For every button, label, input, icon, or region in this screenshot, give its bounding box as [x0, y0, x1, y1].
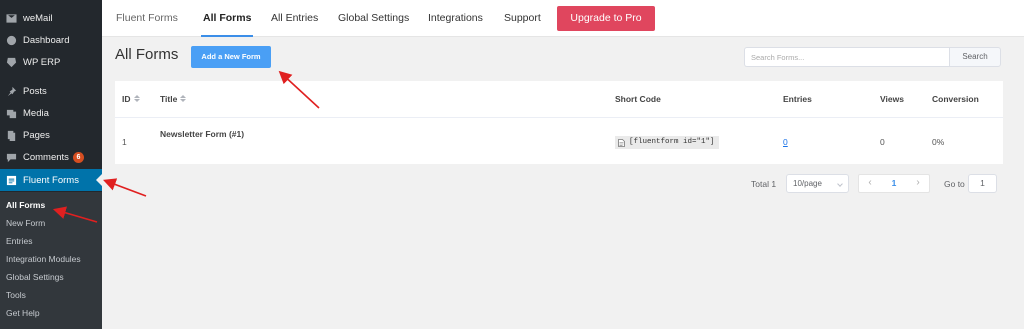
admin-sidebar: weMail Dashboard WP ERP Posts Media Page…	[0, 0, 102, 329]
sort-icon[interactable]	[180, 95, 187, 103]
submenu-integration-modules[interactable]: Integration Modules	[6, 254, 81, 264]
sidebar-item-media[interactable]: Media	[0, 102, 102, 124]
column-header-entries: Entries	[783, 94, 812, 104]
sidebar-item-wp-erp[interactable]: WP ERP	[0, 51, 102, 73]
search-button[interactable]: Search	[949, 47, 1001, 67]
column-header-title[interactable]: Title	[160, 81, 187, 118]
sidebar-item-dashboard[interactable]: Dashboard	[0, 29, 102, 51]
cell-views: 0	[880, 137, 885, 147]
sidebar-item-label: Media	[23, 107, 49, 119]
submenu-tools[interactable]: Tools	[6, 290, 26, 300]
search-input[interactable]	[744, 47, 950, 67]
submenu-entries[interactable]: Entries	[6, 236, 32, 246]
submenu-all-forms[interactable]: All Forms	[6, 200, 45, 210]
tab-integrations[interactable]: Integrations	[428, 0, 483, 37]
sidebar-item-label: Dashboard	[23, 34, 70, 46]
sidebar-item-label: Fluent Forms	[23, 174, 79, 186]
sidebar-item-fluent-forms[interactable]: Fluent Forms	[0, 169, 102, 191]
sidebar-item-label: weMail	[23, 12, 53, 24]
submenu-new-form[interactable]: New Form	[6, 218, 45, 228]
arrow-to-fluent-forms	[103, 178, 147, 197]
comment-count-badge: 6	[72, 151, 84, 163]
submenu-get-help[interactable]: Get Help	[6, 308, 40, 318]
add-new-form-button[interactable]: Add a New Form	[191, 46, 271, 68]
sidebar-item-pages[interactable]: Pages	[0, 124, 102, 146]
tab-all-forms[interactable]: All Forms	[200, 0, 254, 37]
pin-icon	[5, 85, 17, 97]
pagination-total: Total 1	[751, 179, 777, 189]
pages-icon	[5, 129, 17, 141]
media-icon	[5, 107, 17, 119]
tab-global-settings[interactable]: Global Settings	[338, 0, 409, 37]
document-icon	[618, 138, 625, 147]
tab-all-entries[interactable]: All Entries	[271, 0, 318, 37]
sidebar-item-label: Posts	[23, 85, 47, 97]
sidebar-item-posts[interactable]: Posts	[0, 80, 102, 102]
cell-id: 1	[122, 137, 127, 147]
prev-page-icon[interactable]: ‹	[861, 175, 879, 192]
column-header-conversion: Conversion	[932, 94, 979, 104]
nav-brand[interactable]: Fluent Forms	[116, 0, 178, 37]
column-header-id[interactable]: ID	[122, 81, 140, 118]
dashboard-icon	[5, 34, 17, 46]
comment-icon	[5, 151, 17, 163]
sidebar-item-wemail[interactable]: weMail	[0, 7, 102, 29]
tab-support[interactable]: Support	[504, 0, 541, 37]
cell-entries-link[interactable]: 0	[783, 137, 788, 147]
cell-conversion: 0%	[932, 137, 945, 147]
top-navigation: Fluent Forms All Forms All Entries Globa…	[102, 0, 1024, 37]
pagination-pager: ‹ 1 ›	[858, 174, 930, 193]
column-header-views: Views	[880, 94, 904, 104]
goto-label: Go to	[944, 179, 965, 189]
upgrade-to-pro-button[interactable]: Upgrade to Pro	[557, 6, 655, 31]
sidebar-item-comments[interactable]: Comments 6	[0, 146, 102, 168]
sidebar-item-label: Pages	[23, 129, 50, 141]
sidebar-item-label: Comments	[23, 151, 69, 163]
cell-title[interactable]: Newsletter Form (#1)	[160, 129, 244, 139]
column-header-shortcode: Short Code	[615, 94, 661, 104]
cell-shortcode[interactable]: [fluentform id="1"]	[615, 136, 719, 149]
sort-icon[interactable]	[133, 95, 140, 103]
form-icon	[5, 174, 17, 186]
chevron-down-icon	[837, 181, 843, 187]
next-page-icon[interactable]: ›	[909, 175, 927, 192]
fluent-forms-submenu: All Forms New Form Entries Integration M…	[0, 192, 102, 329]
erp-icon	[5, 56, 17, 68]
mail-icon	[5, 12, 17, 24]
submenu-global-settings[interactable]: Global Settings	[6, 272, 64, 282]
page-title: All Forms	[115, 46, 179, 63]
page-number-current[interactable]: 1	[887, 175, 901, 192]
goto-page-input[interactable]: 1	[968, 174, 997, 193]
forms-table: ID Title Short Code Entries Views Conver…	[115, 81, 1003, 164]
sidebar-item-label: WP ERP	[23, 56, 61, 68]
table-header: ID Title Short Code Entries Views Conver…	[115, 81, 1003, 118]
page-size-select[interactable]: 10/page	[786, 174, 849, 193]
